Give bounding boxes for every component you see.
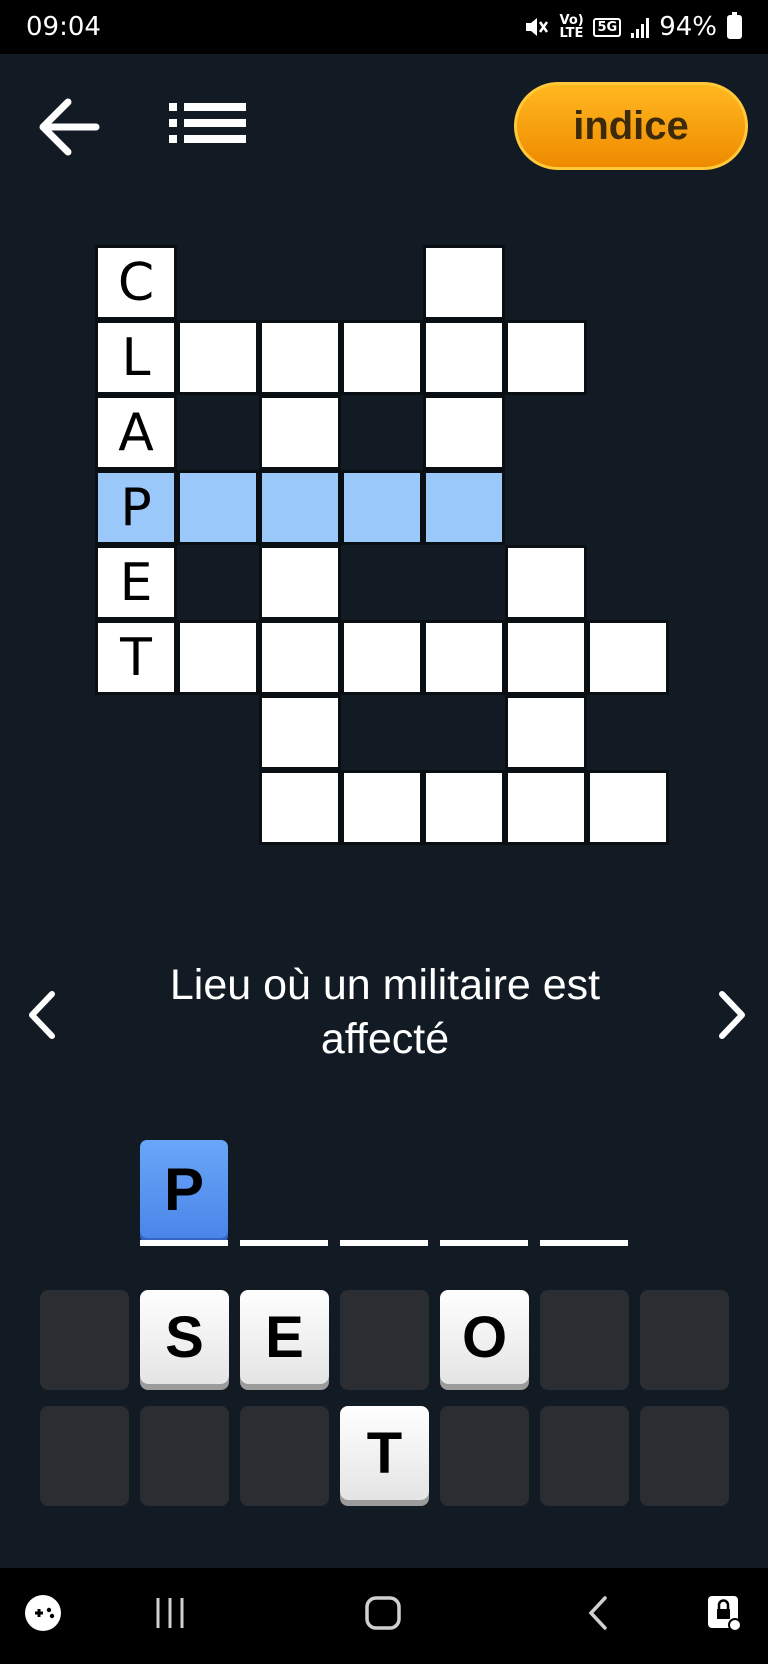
grid-cell[interactable] bbox=[177, 320, 259, 395]
letter-key-empty bbox=[540, 1290, 629, 1390]
grid-cell[interactable] bbox=[259, 395, 341, 470]
letter-key-empty bbox=[340, 1290, 429, 1390]
grid-cell[interactable] bbox=[259, 320, 341, 395]
grid-cell[interactable]: T bbox=[95, 620, 177, 695]
answer-slots: P bbox=[0, 1140, 768, 1250]
answer-slot[interactable] bbox=[240, 1240, 328, 1246]
answer-slot[interactable] bbox=[140, 1240, 228, 1246]
volte-indicator: Vo) LTE bbox=[559, 13, 584, 41]
clue-text: Lieu où un militaire est affecté bbox=[169, 961, 601, 1063]
grid-cell[interactable]: L bbox=[95, 320, 177, 395]
crossword-grid: C L A P E T bbox=[95, 245, 675, 850]
grid-cell[interactable] bbox=[505, 545, 587, 620]
letter-key-empty bbox=[40, 1406, 129, 1506]
grid-cell[interactable]: E bbox=[95, 545, 177, 620]
recent-apps-icon[interactable] bbox=[150, 1592, 190, 1634]
letter-key[interactable]: S bbox=[140, 1290, 229, 1384]
game-launcher-icon[interactable] bbox=[22, 1592, 64, 1634]
grid-cell[interactable] bbox=[341, 320, 423, 395]
chevron-right-icon bbox=[719, 991, 745, 1039]
grid-cell[interactable] bbox=[259, 770, 341, 845]
answer-slot[interactable] bbox=[340, 1240, 428, 1246]
grid-cell-highlighted[interactable] bbox=[423, 470, 505, 545]
previous-clue-button[interactable] bbox=[18, 980, 68, 1050]
lock-touch-icon[interactable] bbox=[704, 1592, 746, 1634]
mute-icon bbox=[526, 18, 549, 36]
grid-cell[interactable]: C bbox=[95, 245, 177, 320]
signal-icon bbox=[631, 16, 650, 38]
list-icon bbox=[169, 103, 246, 143]
grid-cell[interactable] bbox=[423, 245, 505, 320]
answer-slot[interactable] bbox=[440, 1240, 528, 1246]
status-icons: Vo) LTE 5G 94% bbox=[523, 12, 742, 42]
grid-cell[interactable] bbox=[505, 620, 587, 695]
letter-key-empty bbox=[240, 1406, 329, 1506]
grid-cell-highlighted[interactable] bbox=[259, 470, 341, 545]
battery-icon bbox=[727, 12, 742, 39]
letter-key-empty bbox=[40, 1290, 129, 1390]
grid-cell[interactable] bbox=[423, 770, 505, 845]
back-arrow-icon bbox=[39, 98, 100, 156]
letter-key-empty bbox=[640, 1290, 729, 1390]
grid-cell[interactable] bbox=[587, 620, 669, 695]
answer-slot[interactable] bbox=[540, 1240, 628, 1246]
letter-key[interactable]: O bbox=[440, 1290, 529, 1384]
list-menu-button[interactable] bbox=[166, 100, 250, 156]
letter-key-empty bbox=[440, 1406, 529, 1506]
grid-cell[interactable] bbox=[505, 695, 587, 770]
letter-key-empty bbox=[640, 1406, 729, 1506]
chevron-left-icon bbox=[29, 991, 55, 1039]
grid-cell[interactable] bbox=[423, 395, 505, 470]
grid-cell[interactable] bbox=[341, 770, 423, 845]
back-nav-icon[interactable] bbox=[578, 1592, 620, 1634]
grid-cell[interactable] bbox=[505, 770, 587, 845]
hint-button[interactable]: indice bbox=[514, 82, 748, 170]
status-time: 09:04 bbox=[26, 12, 101, 42]
letter-key[interactable]: T bbox=[340, 1406, 429, 1500]
grid-cell[interactable] bbox=[505, 320, 587, 395]
next-clue-button[interactable] bbox=[706, 980, 756, 1050]
answer-tile[interactable]: P bbox=[140, 1140, 228, 1238]
top-toolbar: indice bbox=[0, 70, 768, 180]
letter-key[interactable]: E bbox=[240, 1290, 329, 1384]
network-indicator: 5G bbox=[593, 17, 622, 37]
grid-cell[interactable] bbox=[423, 320, 505, 395]
grid-cell-highlighted[interactable] bbox=[341, 470, 423, 545]
home-icon[interactable] bbox=[362, 1592, 404, 1634]
grid-cell[interactable] bbox=[177, 620, 259, 695]
grid-cell[interactable] bbox=[423, 620, 505, 695]
back-button[interactable] bbox=[34, 92, 104, 162]
system-nav-bar bbox=[0, 1568, 768, 1664]
grid-cell[interactable] bbox=[259, 695, 341, 770]
grid-cell[interactable] bbox=[587, 770, 669, 845]
letter-keyboard: S E O T bbox=[0, 1290, 768, 1510]
status-bar: 09:04 Vo) LTE 5G 94% bbox=[0, 0, 768, 54]
letter-key-empty bbox=[140, 1406, 229, 1506]
letter-key-empty bbox=[540, 1406, 629, 1506]
grid-cell[interactable] bbox=[259, 545, 341, 620]
grid-cell-highlighted[interactable] bbox=[177, 470, 259, 545]
grid-cell-selected[interactable]: P bbox=[95, 470, 177, 545]
grid-cell[interactable] bbox=[259, 620, 341, 695]
grid-cell[interactable] bbox=[341, 620, 423, 695]
battery-percent: 94% bbox=[659, 12, 717, 42]
grid-cell[interactable]: A bbox=[95, 395, 177, 470]
